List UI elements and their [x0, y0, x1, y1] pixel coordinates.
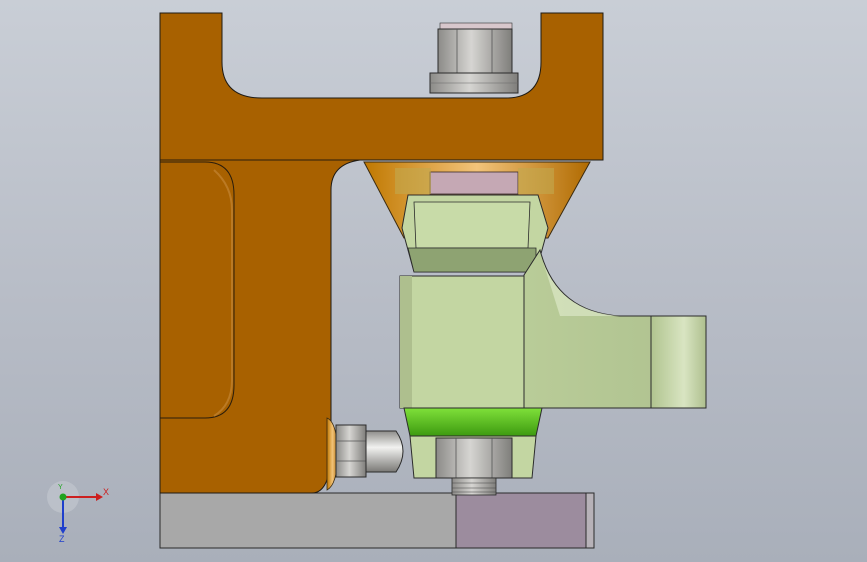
- side-pin-bolt[interactable]: [335, 424, 404, 478]
- clamp-arm[interactable]: [523, 248, 707, 409]
- triad-y-label: Y: [58, 484, 63, 491]
- cad-model-view[interactable]: [0, 0, 867, 562]
- base-plate[interactable]: [159, 492, 595, 549]
- bottom-hex-nut[interactable]: [435, 437, 513, 496]
- triad-x-label: X: [103, 487, 110, 497]
- clamp-hex-nut[interactable]: [401, 194, 549, 273]
- axis-triad: [47, 481, 103, 534]
- triad-z-label: Z: [59, 534, 65, 544]
- y-axis-dot: [59, 493, 67, 501]
- clamp-body[interactable]: [399, 275, 525, 409]
- graphics-viewport[interactable]: X Y Z: [0, 0, 867, 562]
- top-hex-bolt[interactable]: [429, 22, 519, 94]
